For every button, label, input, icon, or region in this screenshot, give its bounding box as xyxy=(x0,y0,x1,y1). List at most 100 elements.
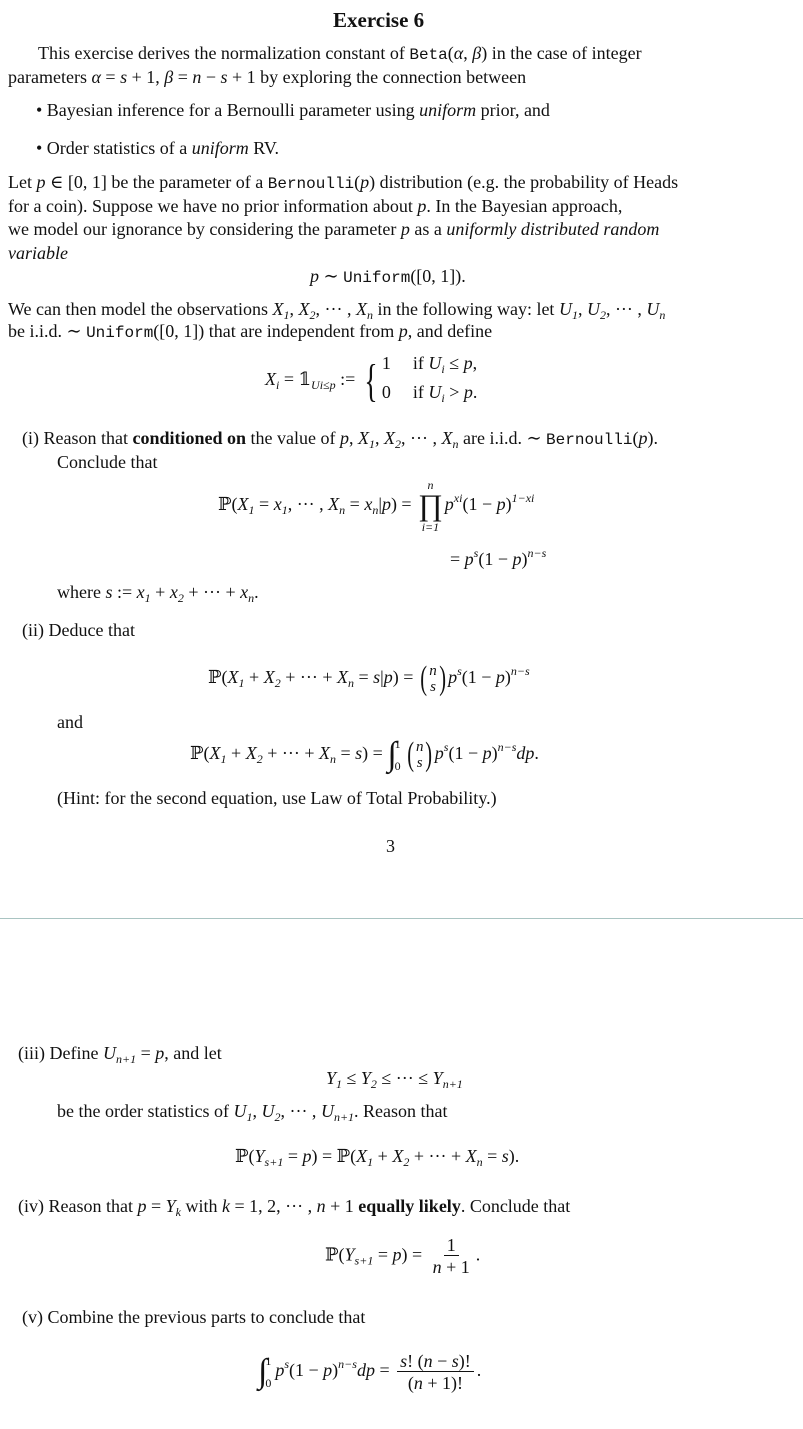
text-segment: ! ( xyxy=(407,1350,424,1371)
text-segment: p xyxy=(360,172,370,192)
text-segment: ) = xyxy=(392,667,418,687)
text-segment: p xyxy=(448,667,458,687)
text-segment: p xyxy=(495,667,505,687)
text-segment: + xyxy=(373,1146,393,1166)
text-segment: + 1 xyxy=(441,1257,470,1277)
text-segment: 0 xyxy=(381,382,391,402)
equation-joint-probability-simplified: = ps(1 − p)n−s xyxy=(450,542,546,570)
text-segment: + ··· + xyxy=(409,1146,466,1166)
binomial-top: n xyxy=(429,662,437,679)
text-segment: with xyxy=(180,1196,222,1216)
text-segment: = 𝟙 xyxy=(279,369,312,390)
text-segment: n−s xyxy=(338,1357,357,1372)
text-segment: X xyxy=(265,369,276,390)
text-segment: if xyxy=(412,353,429,373)
text-segment: X xyxy=(209,743,221,764)
text-segment: • Order statistics of a xyxy=(36,138,192,158)
text-segment: X xyxy=(383,428,395,448)
case-row: 1 if Ui ≤ p, xyxy=(382,352,478,381)
denominator: n + 1 xyxy=(430,1256,473,1278)
text-segment: , and define xyxy=(407,321,493,341)
right-paren: ) xyxy=(425,736,433,773)
text-segment: (i) Reason that xyxy=(22,428,133,448)
text-segment: U xyxy=(428,382,442,402)
text-segment: , xyxy=(374,428,384,448)
text-segment: n xyxy=(192,67,202,87)
text-segment: p xyxy=(381,494,391,515)
binomial-bottom: s xyxy=(430,678,436,695)
binomial-coefficient: (n s) xyxy=(418,659,448,697)
text-segment: ℙ( xyxy=(218,494,238,515)
integral: ∫ 1 0 xyxy=(387,733,400,777)
right-paren: ) xyxy=(439,659,446,697)
text-segment: + xyxy=(150,582,170,602)
text-segment: n+1 xyxy=(442,1077,463,1091)
text-segment: U xyxy=(102,1043,116,1063)
text-segment: (iv) Reason that xyxy=(18,1196,138,1216)
text-segment: U xyxy=(586,299,600,319)
equation-uniform-probability: ℙ(Ys+1 = p) = 1n + 1. xyxy=(325,1235,480,1278)
text-segment: p xyxy=(444,494,454,515)
text-segment: X xyxy=(336,667,348,687)
text-segment: X xyxy=(355,299,367,319)
text-segment: p xyxy=(464,549,474,569)
text-segment: := xyxy=(335,369,360,390)
text-segment: 1 xyxy=(381,353,391,373)
binomial-coefficient: (n s) xyxy=(405,738,435,772)
text-segment: n xyxy=(432,1257,442,1277)
text-segment: α xyxy=(453,43,464,63)
text-segment: . xyxy=(534,743,539,764)
text-segment: X xyxy=(227,667,239,687)
text-segment: RV. xyxy=(248,138,280,158)
text-segment: We can then model the observations xyxy=(8,299,273,319)
text-segment: , xyxy=(348,428,358,448)
text-segment: • Bayesian inference for a Bernoulli par… xyxy=(36,100,420,120)
text-segment: X xyxy=(328,494,340,515)
text-segment: − xyxy=(201,67,221,87)
text-segment: , xyxy=(577,299,587,319)
text-segment: s xyxy=(220,67,228,87)
text-segment: ([0, 1]). xyxy=(410,266,466,286)
equation-conditional-binomial: ℙ(X1 + X2 + ··· + Xn = s|p) = (n s) ps(1 −… xyxy=(208,660,530,696)
text-segment: dp xyxy=(356,1360,375,1381)
text-segment: U xyxy=(428,353,442,373)
left-paren: ( xyxy=(406,736,414,773)
fraction: 1n + 1 xyxy=(430,1235,473,1278)
text-segment: , ··· , xyxy=(605,299,647,319)
text-segment: Exercise 6 xyxy=(333,8,425,32)
text-segment: U xyxy=(261,1101,275,1121)
text-segment: be the order statistics of xyxy=(57,1101,234,1121)
text-segment: 1 xyxy=(446,1235,456,1255)
text-segment: . xyxy=(254,582,259,602)
definition-s: where s := x1 + x2 + ··· + xn. xyxy=(57,581,259,609)
text-segment: Let xyxy=(8,172,37,192)
left-paren: ( xyxy=(420,659,427,697)
text-segment: Bernoulli xyxy=(546,431,633,449)
text-segment: p xyxy=(496,494,506,515)
text-segment: + 1 by exploring the connection between xyxy=(227,67,527,87)
text-segment: = xyxy=(482,1146,502,1166)
text-segment: (1 − xyxy=(462,494,497,515)
text-segment: k xyxy=(222,1196,230,1216)
text-segment: (ii) Deduce that xyxy=(22,620,135,640)
text-segment: X xyxy=(298,299,310,319)
text-segment: s xyxy=(451,1350,459,1371)
text-segment: variable xyxy=(8,243,68,263)
text-segment: X xyxy=(237,494,249,515)
equation-beta-integral: ∫ 1 0 ps(1 − p)n−sdp = s! (n − s)! (n + 1)!. xyxy=(258,1350,481,1394)
text-segment: Y xyxy=(344,1244,355,1265)
text-segment: n xyxy=(423,1350,433,1371)
text-segment: ℙ( xyxy=(235,1146,255,1166)
text-segment: . Conclude that xyxy=(460,1196,571,1216)
intro-line-2: parameters α = s + 1, β = n − s + 1 by e… xyxy=(8,66,526,88)
text-segment: ℙ( xyxy=(325,1244,345,1265)
text-segment: = xyxy=(374,1360,395,1381)
text-segment: s+1 xyxy=(354,1253,374,1268)
page-number: 3 xyxy=(386,835,395,857)
text-segment: n xyxy=(659,308,666,322)
text-segment: ∼ xyxy=(319,266,344,286)
text-segment: Y xyxy=(432,1068,443,1088)
equation-prior: p ∼ Uniform([0, 1]). xyxy=(310,265,466,289)
upper-limit: 1 xyxy=(265,1354,272,1368)
paragraph-line-3: we model our ignorance by considering th… xyxy=(8,218,659,240)
